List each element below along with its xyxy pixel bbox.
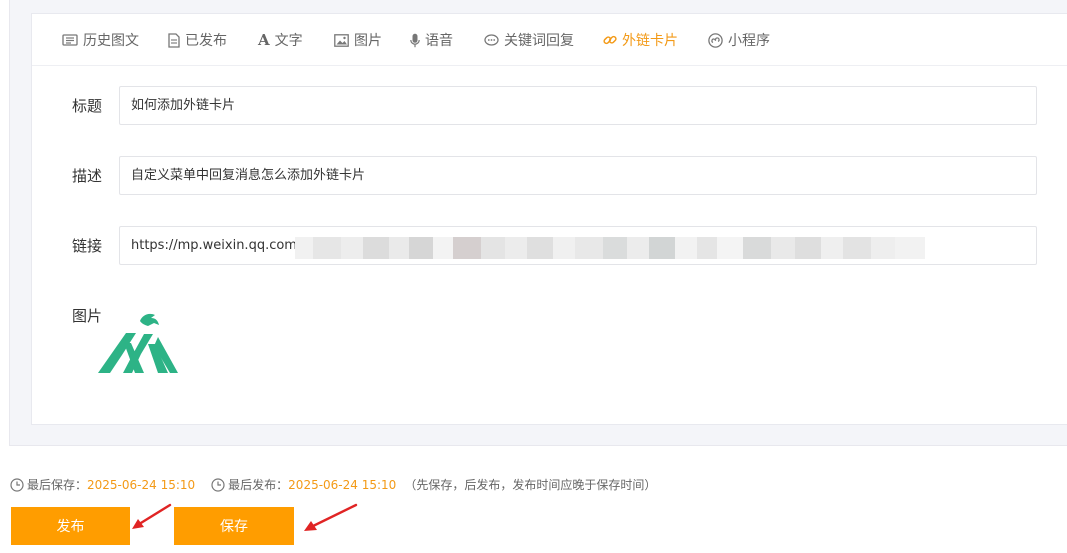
tab-label: 语音	[425, 33, 453, 49]
reply-type-tabs: 历史图文 已发布 A 文字 图片 语音 关键词回复 外链卡片 小程序	[32, 14, 1067, 66]
tab-link-card[interactable]: 外链卡片	[603, 31, 678, 49]
link-input[interactable]: https://mp.weixin.qq.com/	[119, 226, 1037, 265]
tab-label: 小程序	[728, 33, 770, 49]
last-published-label: 最后发布：	[228, 478, 289, 492]
tab-text[interactable]: A 文字	[258, 31, 303, 49]
title-label: 标题	[72, 97, 103, 115]
publish-status-line: 最后保存： 2025-06-24 15:10 最后发布： 2025-06-24 …	[10, 476, 656, 493]
tab-label: 已发布	[185, 33, 227, 49]
publish-hint: （先保存，后发布，发布时间应晚于保存时间）	[404, 478, 657, 492]
tab-voice[interactable]: 语音	[410, 31, 453, 49]
tab-label: 关键词回复	[504, 33, 574, 49]
redacted-link-path	[295, 237, 1036, 259]
document-icon	[168, 32, 180, 48]
description-input[interactable]: 自定义菜单中回复消息怎么添加外链卡片	[119, 156, 1037, 195]
tab-label: 历史图文	[83, 33, 139, 49]
clock-icon	[211, 477, 225, 492]
tab-label: 图片	[354, 33, 382, 49]
annotation-arrow-publish	[132, 503, 172, 529]
last-saved-time: 2025-06-24 15:10	[87, 477, 196, 492]
annotation-arrow-save	[304, 503, 358, 531]
image-icon	[334, 33, 349, 47]
history-icon	[62, 34, 78, 46]
tab-label: 外链卡片	[622, 33, 678, 49]
link-label: 链接	[72, 237, 103, 255]
clock-icon	[10, 477, 24, 492]
last-saved-label: 最后保存：	[27, 478, 88, 492]
text-icon: A	[258, 31, 270, 49]
editor-panel: 历史图文 已发布 A 文字 图片 语音 关键词回复 外链卡片 小程序 标题 如何…	[9, 0, 1067, 446]
microphone-icon	[410, 33, 420, 47]
chat-icon	[484, 33, 499, 46]
link-value: https://mp.weixin.qq.com/	[131, 238, 302, 253]
save-button[interactable]: 保存	[174, 507, 294, 545]
title-input[interactable]: 如何添加外链卡片	[119, 86, 1037, 125]
tab-miniprogram[interactable]: 小程序	[708, 31, 770, 49]
link-icon	[603, 35, 617, 45]
miniprogram-icon	[708, 32, 723, 48]
tab-history[interactable]: 历史图文	[62, 31, 139, 49]
last-published-time: 2025-06-24 15:10	[288, 477, 397, 492]
tab-image[interactable]: 图片	[334, 31, 382, 49]
tab-published[interactable]: 已发布	[168, 31, 227, 49]
tab-label: 文字	[274, 33, 303, 49]
publish-button[interactable]: 发布	[11, 507, 130, 545]
card-thumbnail-logo[interactable]	[96, 304, 180, 374]
tab-keyword-reply[interactable]: 关键词回复	[484, 31, 574, 49]
reply-card: 历史图文 已发布 A 文字 图片 语音 关键词回复 外链卡片 小程序 标题 如何…	[31, 13, 1067, 425]
description-label: 描述	[72, 167, 103, 185]
